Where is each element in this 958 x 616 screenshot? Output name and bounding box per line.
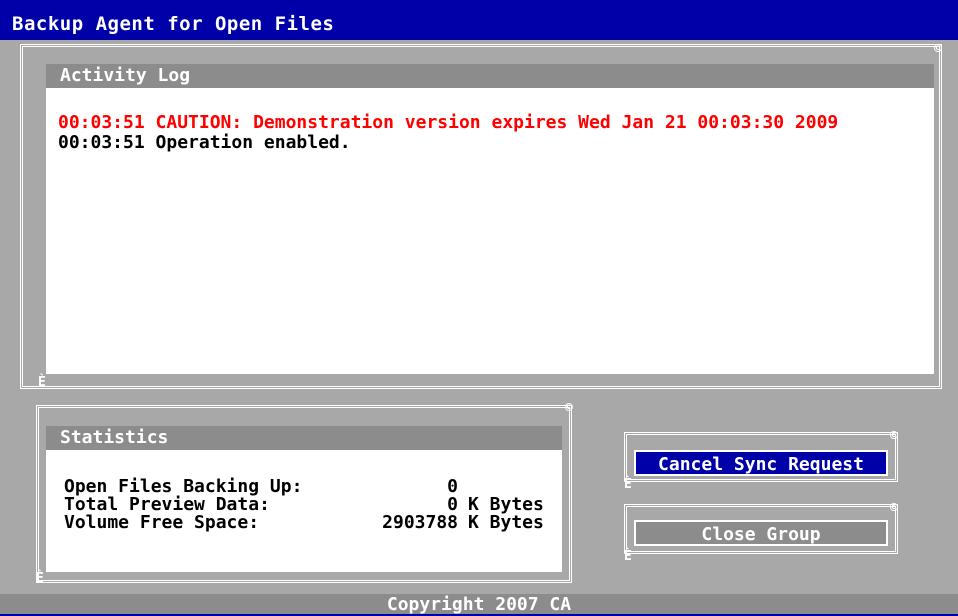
stat-row-preview-data: Total Preview Data: 0 K Bytes bbox=[64, 494, 564, 515]
stat-row-free-space: Volume Free Space: 2903788 K Bytes bbox=[64, 512, 564, 533]
frame-corner-icon: È bbox=[624, 477, 632, 492]
activity-log-title: Activity Log bbox=[46, 64, 934, 88]
frame-corner-icon: È bbox=[624, 549, 632, 564]
stat-label: Volume Free Space: bbox=[64, 512, 260, 533]
frame-corner-icon: © bbox=[890, 429, 898, 444]
frame-corner-icon: © bbox=[934, 42, 942, 57]
log-entry-info: 00:03:51 Operation enabled. bbox=[58, 132, 351, 153]
cancel-sync-button[interactable]: Cancel Sync Request bbox=[634, 450, 888, 476]
main-area: © È Activity Log 00:03:51 CAUTION: Demon… bbox=[0, 40, 958, 614]
statistics-panel: Statistics Open Files Backing Up: 0 Tota… bbox=[46, 426, 562, 572]
copyright-footer: Copyright 2007 CA bbox=[0, 594, 958, 615]
window-title: Backup Agent for Open Files bbox=[12, 13, 335, 35]
frame-corner-icon: © bbox=[890, 501, 898, 516]
frame-corner-icon: È bbox=[36, 571, 44, 586]
title-bar: Backup Agent for Open Files bbox=[0, 0, 958, 40]
stat-unit: K Bytes bbox=[468, 512, 544, 533]
activity-log-panel: Activity Log 00:03:51 CAUTION: Demonstra… bbox=[46, 64, 934, 374]
frame-corner-icon: È bbox=[38, 375, 46, 390]
stat-row-open-files: Open Files Backing Up: 0 bbox=[64, 476, 564, 497]
log-entry-caution: 00:03:51 CAUTION: Demonstration version … bbox=[58, 112, 839, 133]
stat-value: 2903788 bbox=[382, 512, 458, 533]
statistics-title: Statistics bbox=[46, 426, 562, 450]
frame-corner-icon: © bbox=[565, 401, 573, 416]
close-group-button[interactable]: Close Group bbox=[634, 520, 888, 546]
